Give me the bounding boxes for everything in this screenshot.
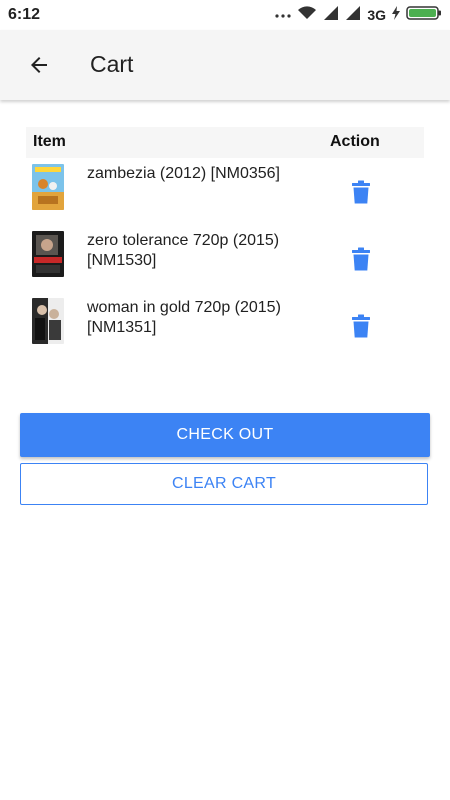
delete-button[interactable]: [348, 312, 374, 340]
app-bar: Cart: [0, 30, 450, 100]
column-header-item: Item: [33, 133, 66, 150]
cart-item-name: zambezia (2012) [NM0356]: [87, 165, 280, 182]
zero-tolerance-poster: [32, 231, 64, 277]
signal-icon: [323, 5, 339, 26]
status-bar: 6:12 3G: [0, 0, 450, 30]
trash-icon: [352, 314, 370, 338]
dots-icon: [275, 6, 291, 24]
cart-item-name: zero tolerance 720p (2015) [NM1530]: [87, 232, 280, 269]
cart-item-name: woman in gold 720p (2015) [NM1351]: [87, 299, 281, 336]
signal-icon: [345, 5, 361, 26]
network-label: 3G: [367, 7, 386, 23]
trash-icon: [352, 180, 370, 204]
status-time: 6:12: [8, 6, 41, 23]
trash-icon: [352, 247, 370, 271]
clear-cart-button[interactable]: CLEAR CART: [20, 463, 428, 505]
checkout-button[interactable]: CHECK OUT: [20, 413, 430, 457]
woman-in-gold-poster: [32, 298, 64, 344]
cart-table: Item Action zambezia (2012) [NM0356] zer…: [26, 127, 424, 359]
zambezia-poster: [32, 164, 64, 210]
back-button[interactable]: [24, 50, 54, 80]
status-icons: 3G: [275, 5, 442, 25]
delete-button[interactable]: [348, 245, 374, 273]
charging-icon: [392, 5, 400, 25]
battery-icon: [406, 5, 442, 26]
delete-button[interactable]: [348, 178, 374, 206]
cart-item-row: zero tolerance 720p (2015) [NM1530]: [26, 225, 424, 292]
page-title: Cart: [90, 51, 134, 77]
table-header: Item Action: [26, 127, 424, 158]
cart-item-row: zambezia (2012) [NM0356]: [26, 158, 424, 225]
cart-item-row: woman in gold 720p (2015) [NM1351]: [26, 292, 424, 359]
wifi-icon: [297, 5, 317, 26]
arrow-left-icon: [31, 57, 47, 73]
column-header-action: Action: [330, 133, 380, 150]
